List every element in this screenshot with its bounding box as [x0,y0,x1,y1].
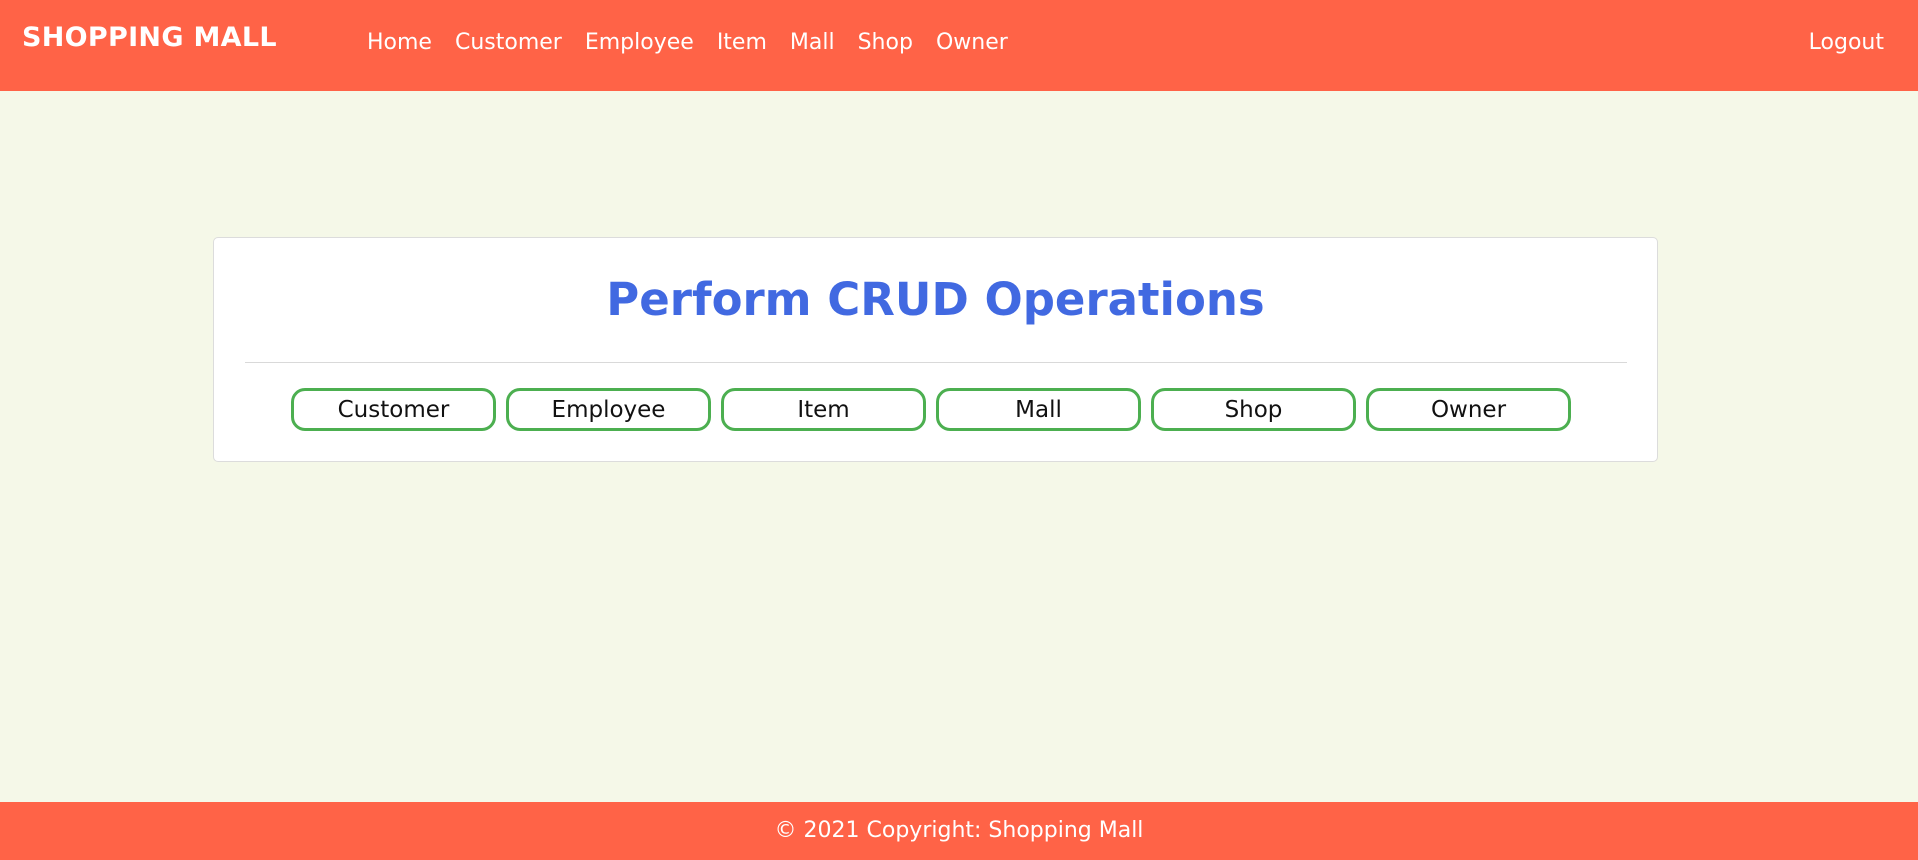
owner-button[interactable]: Owner [1366,388,1571,431]
navbar: SHOPPING MALL Home Customer Employee Ite… [0,0,1918,91]
nav-link-shop[interactable]: Shop [858,30,913,55]
item-button[interactable]: Item [721,388,926,431]
mall-button[interactable]: Mall [936,388,1141,431]
nav-link-customer[interactable]: Customer [455,30,562,55]
nav-link-employee[interactable]: Employee [585,30,694,55]
copyright-text: © 2021 Copyright: Shopping Mall [774,818,1144,843]
nav-link-owner[interactable]: Owner [936,30,1008,55]
footer: © 2021 Copyright: Shopping Mall [0,802,1918,860]
divider [245,362,1627,363]
nav-link-item[interactable]: Item [717,30,767,55]
brand-logo[interactable]: SHOPPING MALL [22,22,277,53]
crud-button-group: Customer Employee Item Mall Shop Owner [291,388,1571,431]
crud-card: Perform CRUD Operations Customer Employe… [213,237,1658,462]
nav-links: Home Customer Employee Item Mall Shop Ow… [355,30,1031,55]
page-title: Perform CRUD Operations [606,273,1265,326]
customer-button[interactable]: Customer [291,388,496,431]
nav-link-mall[interactable]: Mall [790,30,835,55]
employee-button[interactable]: Employee [506,388,711,431]
nav-link-home[interactable]: Home [367,30,432,55]
shop-button[interactable]: Shop [1151,388,1356,431]
logout-link[interactable]: Logout [1809,30,1884,55]
